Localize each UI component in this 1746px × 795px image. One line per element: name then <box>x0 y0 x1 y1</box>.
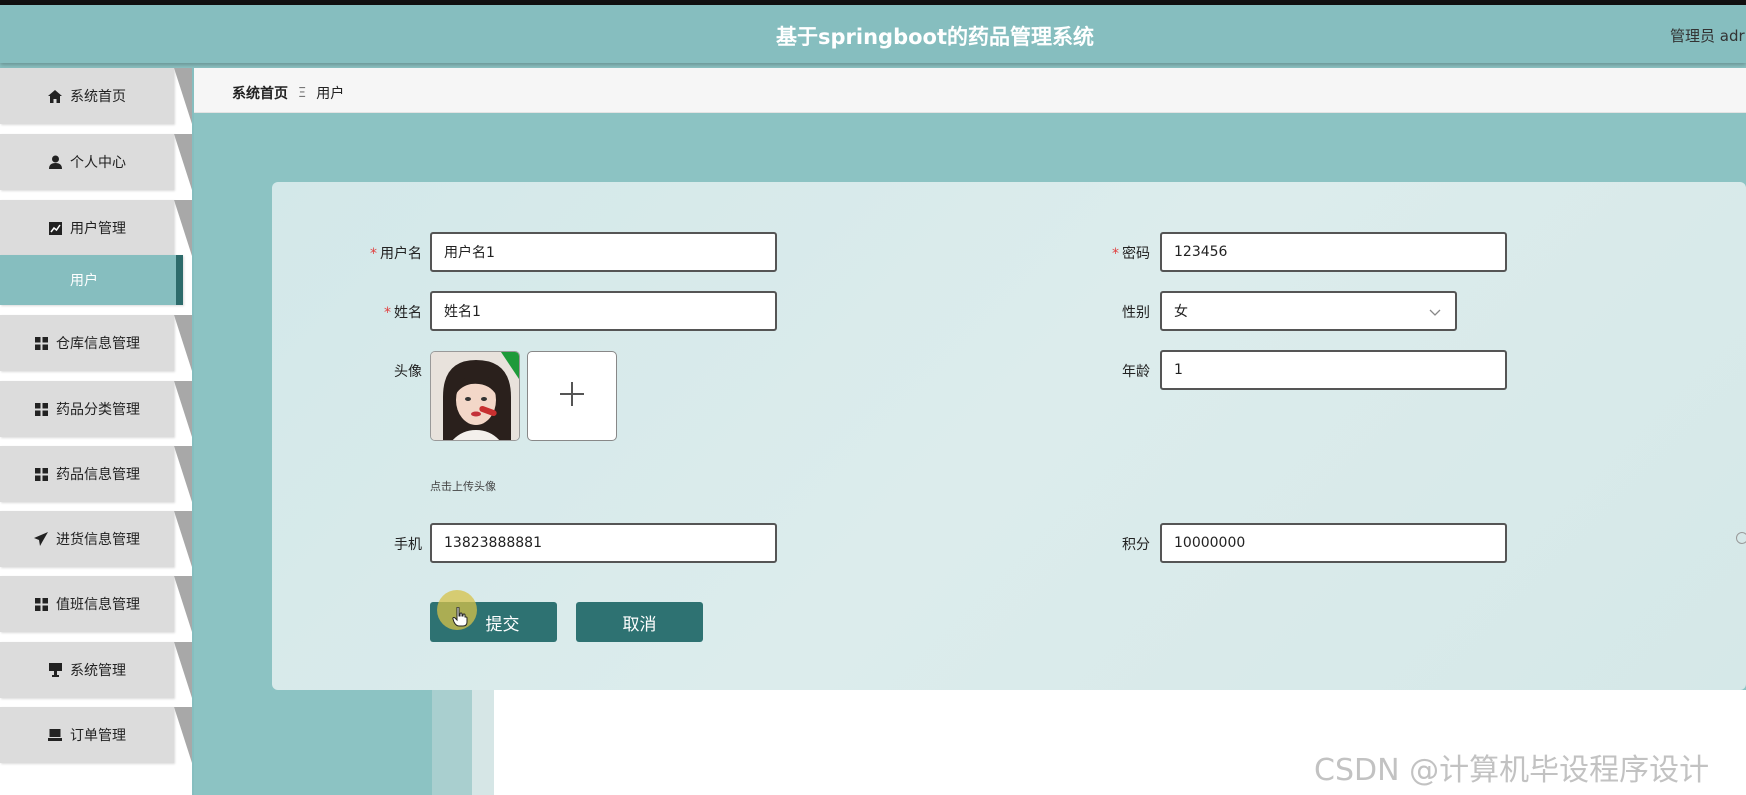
user-menu[interactable]: 管理员 adr <box>1670 25 1745 46</box>
breadcrumb: 系统首页 Ξ 用户 <box>232 83 344 103</box>
grid-icon <box>34 597 48 611</box>
sidebar-item-profile[interactable]: 个人中心 <box>0 134 192 190</box>
username-input[interactable]: 用户名1 <box>430 232 777 272</box>
sidebar-item-label: 订单管理 <box>70 728 126 744</box>
watermark: CSDN @计算机毕设程序设计 <box>1314 753 1710 788</box>
grid-icon <box>34 467 48 481</box>
sidebar-item-drug-info[interactable]: 药品信息管理 <box>0 446 192 502</box>
decor-stripe <box>432 690 472 795</box>
sidebar-item-label: 仓库信息管理 <box>56 336 140 352</box>
sidebar-item-label: 药品信息管理 <box>56 467 140 483</box>
sidebar-item-system[interactable]: 系统管理 <box>0 642 192 698</box>
cancel-button[interactable]: 取消 <box>576 602 703 642</box>
sidebar-item-label: 个人中心 <box>70 155 126 171</box>
gender-select[interactable]: 女 <box>1160 291 1457 331</box>
sidebar-item-user-management[interactable]: 用户管理 <box>0 200 192 256</box>
breadcrumb-current: 用户 <box>316 86 345 102</box>
sidebar-item-orders[interactable]: 订单管理 <box>0 707 192 763</box>
app-title: 基于springboot的药品管理系统 <box>776 25 1094 49</box>
grid-icon <box>34 402 48 416</box>
avatar-image[interactable] <box>430 351 520 441</box>
paper-plane-icon <box>34 532 48 546</box>
sidebar-item-warehouse[interactable]: 仓库信息管理 <box>0 315 192 371</box>
phone-label: 手机 <box>394 537 422 553</box>
plus-icon <box>558 380 586 412</box>
password-input[interactable]: 123456 <box>1160 232 1507 272</box>
chevron-down-icon <box>1429 305 1441 321</box>
app-window: 基于springboot的药品管理系统 管理员 adr 系统首页 个人中心 用户… <box>0 0 1746 795</box>
name-input[interactable]: 姓名1 <box>430 291 777 331</box>
avatar-label: 头像 <box>394 364 422 380</box>
hand-cursor-icon <box>452 606 468 631</box>
sidebar-item-duty[interactable]: 值班信息管理 <box>0 576 192 632</box>
breadcrumb-home[interactable]: 系统首页 <box>232 83 288 103</box>
name-label: * 姓名 <box>384 305 422 321</box>
monitor-icon <box>48 663 62 677</box>
sidebar-item-user[interactable]: 用户 <box>0 255 192 305</box>
sidebar-item-home[interactable]: 系统首页 <box>0 68 192 124</box>
chart-icon <box>48 221 62 235</box>
scroll-indicator-icon <box>1736 532 1746 544</box>
sidebar-item-purchase[interactable]: 进货信息管理 <box>0 511 192 567</box>
username-label: * 用户名 <box>370 246 422 262</box>
decor-stripe <box>472 690 494 795</box>
grid-icon <box>34 336 48 350</box>
sidebar-item-label: 值班信息管理 <box>56 597 140 613</box>
sidebar-item-label: 系统管理 <box>70 663 126 679</box>
sidebar-item-label: 药品分类管理 <box>56 402 140 418</box>
user-icon <box>48 155 62 169</box>
upload-hint: 点击上传头像 <box>430 480 496 493</box>
gender-label: 性别 <box>1122 305 1150 321</box>
sidebar-item-label: 进货信息管理 <box>56 532 140 548</box>
breadcrumb-bar: 系统首页 Ξ 用户 <box>194 68 1746 113</box>
password-label: * 密码 <box>1112 246 1150 262</box>
age-input[interactable]: 1 <box>1160 350 1507 390</box>
sidebar-item-label: 系统首页 <box>70 89 126 105</box>
app-header: 基于springboot的药品管理系统 管理员 adr <box>0 5 1746 63</box>
upload-avatar-button[interactable] <box>527 351 617 441</box>
points-label: 积分 <box>1122 537 1150 553</box>
breadcrumb-separator: Ξ <box>298 85 307 101</box>
points-input[interactable]: 10000000 <box>1160 523 1507 563</box>
age-label: 年龄 <box>1122 364 1150 380</box>
sidebar-item-label: 用户 <box>70 273 98 289</box>
phone-input[interactable]: 13823888881 <box>430 523 777 563</box>
laptop-icon <box>48 728 62 742</box>
home-icon <box>48 89 62 103</box>
sidebar-item-label: 用户管理 <box>70 221 126 237</box>
sidebar-item-drug-category[interactable]: 药品分类管理 <box>0 381 192 437</box>
